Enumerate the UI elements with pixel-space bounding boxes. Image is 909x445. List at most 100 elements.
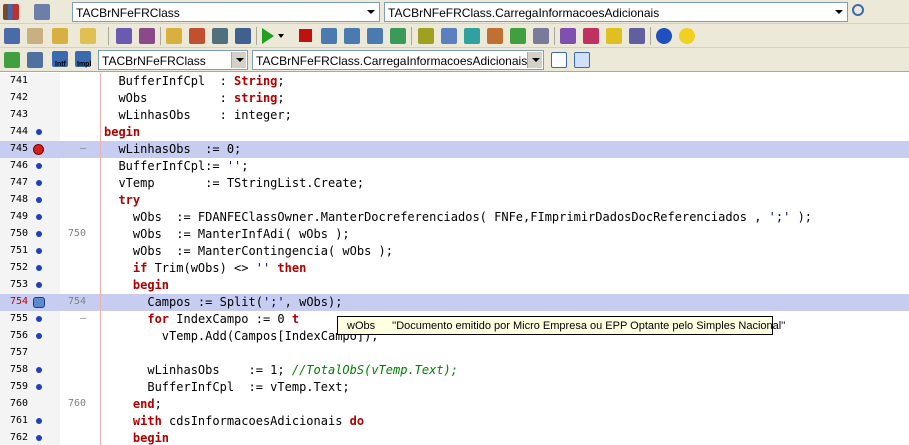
code-line[interactable]: 760 760 end; [0,396,909,413]
grid-icon[interactable] [629,28,645,44]
open-project-icon[interactable] [52,28,68,44]
back-icon[interactable] [4,52,20,68]
chevron-down-icon[interactable] [831,4,846,20]
save-all-icon[interactable] [139,28,155,44]
breakpoint-dot-icon[interactable] [36,367,42,373]
code-text[interactable]: for IndexCampo := 0 t [104,311,299,328]
download-icon[interactable] [235,28,251,44]
breakpoint-dot-icon[interactable] [36,248,42,254]
code-text[interactable]: begin [104,277,169,294]
breakpoint-dot-icon[interactable] [36,163,42,169]
database-icon[interactable] [583,28,599,44]
chevron-down-icon[interactable] [527,52,542,68]
step-out-icon[interactable] [367,28,383,44]
breakpoint-dot-icon[interactable] [36,282,42,288]
code-text[interactable]: begin [104,430,169,445]
code-line[interactable]: 742 wObs : string; [0,90,909,107]
remove-file-icon[interactable] [189,28,205,44]
code-text[interactable]: BufferInfCpl:= ''; [104,158,248,175]
notes-icon[interactable] [606,28,622,44]
breakpoint-dot-icon[interactable] [36,265,42,271]
step-over-icon[interactable] [321,28,337,44]
code-line[interactable]: 758 wLinhasObs := 1; //TotalObS(vTemp.Te… [0,362,909,379]
print-icon[interactable] [34,4,50,20]
nav-method-combo[interactable]: TACBrNFeFRClass.CarregaInformacoesAdicio… [252,50,544,70]
code-text[interactable]: wObs := FDANFEClassOwner.ManterDocrefere… [104,209,812,226]
breakpoint-dot-icon[interactable] [36,231,42,237]
code-line[interactable]: 752 if Trim(wObs) <> '' then [0,260,909,277]
palette-icon[interactable] [560,28,576,44]
add-file-icon[interactable] [166,28,182,44]
run-to-cursor-icon[interactable] [390,28,406,44]
code-text[interactable]: wObs := ManterInfAdi( wObs ); [104,226,350,243]
code-line[interactable]: 753 begin [0,277,909,294]
run-icon[interactable] [262,28,274,44]
search-icon[interactable] [852,4,864,16]
code-text[interactable]: begin [104,124,140,141]
code-text[interactable]: Campos := Split(';', wObs); [104,294,342,311]
breakpoint-dot-icon[interactable] [36,180,42,186]
code-line[interactable]: 762 begin [0,430,909,445]
breakpoint-dot-icon[interactable] [36,418,42,424]
code-line[interactable]: 754 754 Campos := Split(';', wObs); [0,294,909,311]
class-combo[interactable]: TACBrNFeFRClass [72,2,380,22]
code-editor[interactable]: 741 BufferInfCpl : String; 742 wObs : str… [0,73,909,445]
code-line[interactable]: 759 BufferInfCpl := vTemp.Text; [0,379,909,396]
step-into-icon[interactable] [344,28,360,44]
bug-icon[interactable] [510,28,526,44]
code-line[interactable]: 748 try [0,192,909,209]
code-line[interactable]: 747 vTemp := TStringList.Create; [0,175,909,192]
component-icon[interactable] [418,28,434,44]
breakpoint-dot-icon[interactable] [36,435,42,441]
code-text[interactable]: wLinhasObs : integer; [104,107,291,124]
breakpoint-dot-icon[interactable] [36,316,42,322]
breakpoint-dot-icon[interactable] [36,214,42,220]
code-line[interactable]: 757 [0,345,909,362]
code-text[interactable]: if Trim(wObs) <> '' then [104,260,306,277]
code-text[interactable]: with cdsInformacoesAdicionais do [104,413,364,430]
chevron-down-icon[interactable] [363,4,378,20]
open-file-icon[interactable] [80,28,96,44]
edit-icon[interactable] [212,28,228,44]
code-text[interactable]: vTemp := TStringList.Create; [104,175,364,192]
save-icon[interactable] [116,28,132,44]
code-line[interactable]: 761 with cdsInformacoesAdicionais do [0,413,909,430]
code-text[interactable]: BufferInfCpl : String; [104,73,284,90]
chevron-down-icon[interactable] [231,52,246,68]
code-line[interactable]: 751 wObs := ManterContingencia( wObs ); [0,243,909,260]
code-line[interactable]: 749 wObs := FDANFEClassOwner.ManterDocre… [0,209,909,226]
form-icon[interactable] [441,28,457,44]
stop-icon[interactable] [299,29,312,42]
breakpoint-dot-icon[interactable] [36,384,42,390]
clipboard-icon[interactable] [27,28,43,44]
code-line[interactable]: 750 750 wObs := ManterInfAdi( wObs ); [0,226,909,243]
breakpoint-check-icon[interactable] [33,144,44,155]
code-text[interactable]: wLinhasObs := 1; //TotalObS(vTemp.Text); [104,362,458,379]
code-line[interactable]: 744 begin [0,124,909,141]
align-center-icon[interactable] [574,52,590,68]
nav-class-combo[interactable]: TACBrNFeFRClass [98,50,248,70]
code-line[interactable]: 741 BufferInfCpl : String; [0,73,909,90]
code-text[interactable]: end; [104,396,162,413]
lightbulb-icon[interactable] [679,28,695,44]
code-text[interactable]: wLinhasObs := 0; [104,141,241,158]
code-text[interactable]: wObs := ManterContingencia( wObs ); [104,243,393,260]
window-icon[interactable] [4,28,20,44]
toggle-form-icon[interactable] [464,28,480,44]
code-text[interactable]: BufferInfCpl := vTemp.Text; [104,379,349,396]
windows-icon[interactable] [27,52,43,68]
align-left-icon[interactable] [551,52,567,68]
code-line[interactable]: 743 wLinhasObs : integer; [0,107,909,124]
method-combo[interactable]: TACBrNFeFRClass.CarregaInformacoesAdicio… [384,2,848,22]
code-text[interactable]: try [104,192,140,209]
books-icon[interactable] [3,4,19,20]
breakpoint-dot-icon[interactable] [36,197,42,203]
tools-icon[interactable] [533,28,549,44]
run-dropdown-icon[interactable] [278,34,284,38]
help-icon[interactable] [656,28,672,44]
breakpoint-dot-icon[interactable] [36,333,42,339]
code-line[interactable]: 745 – wLinhasObs := 0; [0,141,909,158]
new-form-icon[interactable] [487,28,503,44]
code-text[interactable]: wObs : string; [104,90,284,107]
breakpoint-dot-icon[interactable] [36,129,42,135]
